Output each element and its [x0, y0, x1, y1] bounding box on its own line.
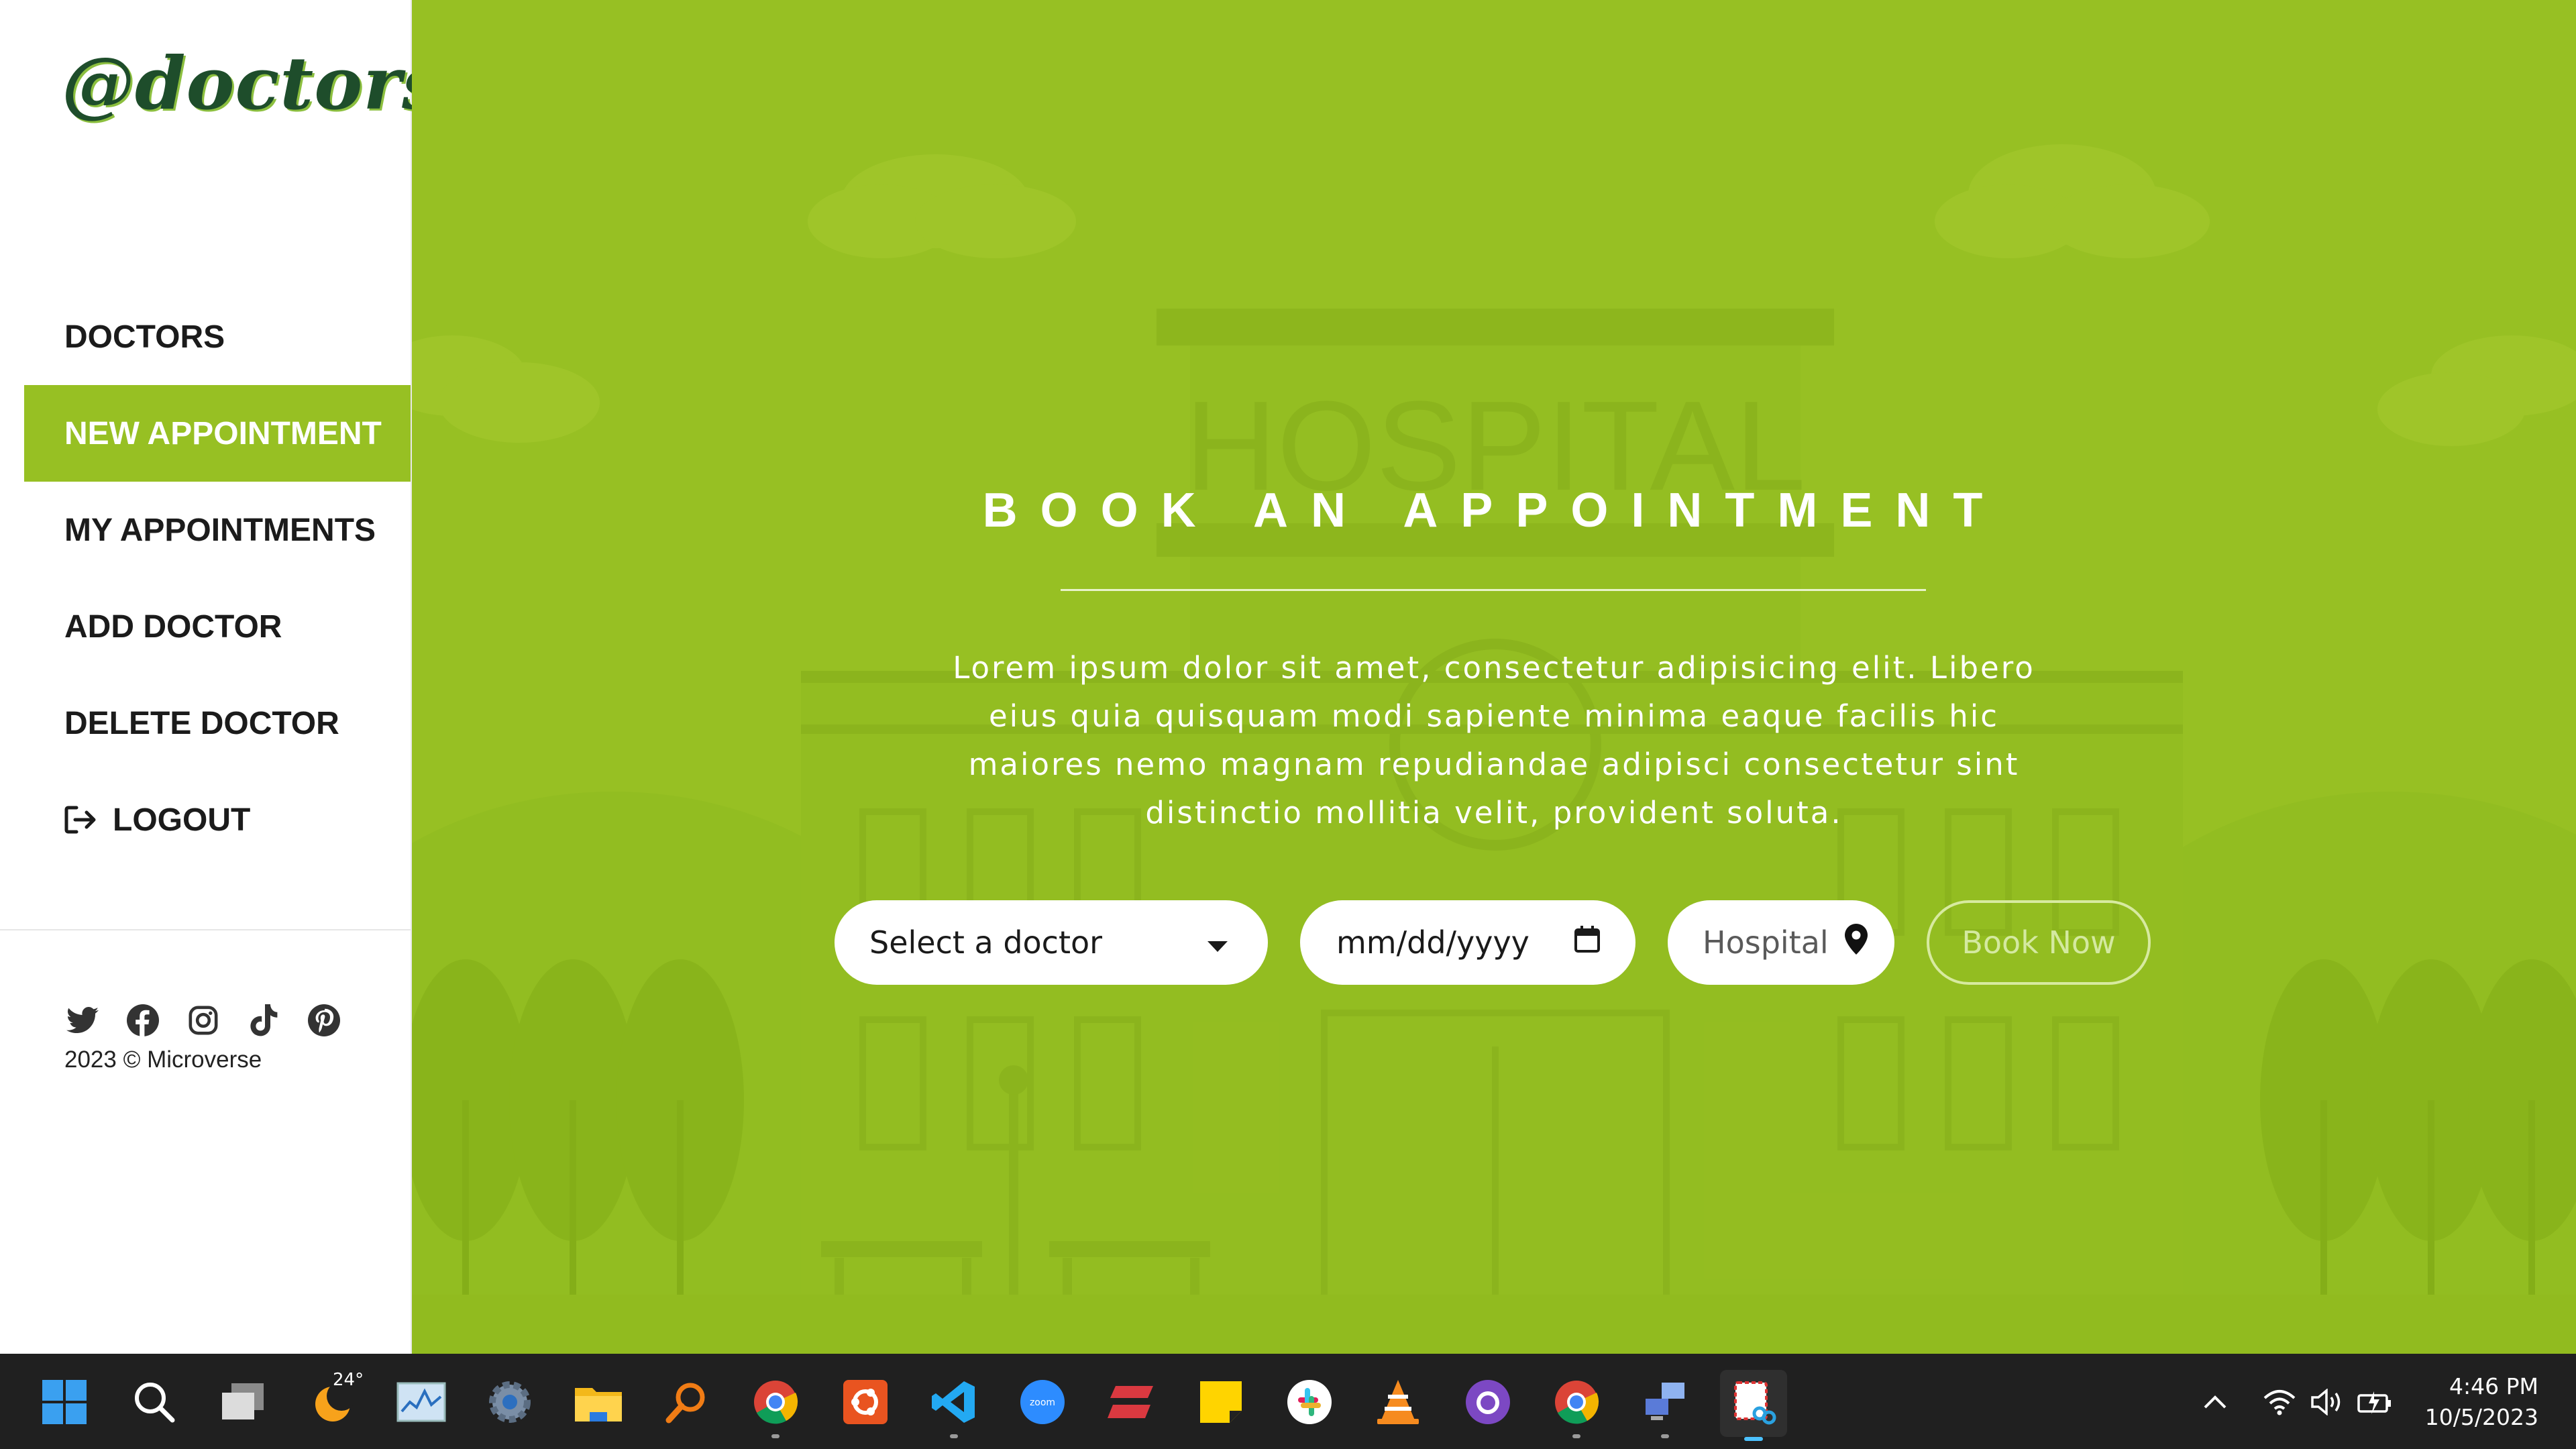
sticky-notes-icon[interactable]: [1194, 1375, 1248, 1429]
copyright-text: 2023 © Microverse: [64, 1046, 262, 1073]
clock-date: 10/5/2023: [2424, 1404, 2538, 1430]
hospital-input-placeholder: Hospital: [1703, 924, 1829, 961]
doctor-select[interactable]: Select a doctor: [835, 900, 1268, 985]
nav-item-logout[interactable]: LOGOUT: [24, 771, 411, 868]
sidebar-nav: DOCTORS NEW APPOINTMENT MY APPOINTMENTS …: [24, 288, 411, 868]
file-explorer-icon[interactable]: [572, 1375, 625, 1429]
chrome-profile-running-indicator: [1572, 1434, 1580, 1438]
chevron-up-icon[interactable]: [2196, 1383, 2234, 1421]
caret-down-icon: [1208, 924, 1228, 961]
remote-desktop-icon[interactable]: [1638, 1375, 1692, 1438]
instagram-icon[interactable]: [185, 1002, 221, 1038]
twitter-icon[interactable]: [64, 1002, 101, 1038]
snipping-tool-icon[interactable]: [1720, 1370, 1787, 1441]
nav-item-label: LOGOUT: [113, 802, 251, 838]
heading-divider: [1061, 589, 1926, 591]
weather-temp: 24°: [333, 1370, 364, 1390]
map-pin-icon: [1845, 923, 1868, 962]
vlc-icon[interactable]: [1371, 1375, 1425, 1429]
vscode-running-indicator: [950, 1434, 958, 1438]
battery-icon[interactable]: [2356, 1383, 2394, 1421]
doctor-select-value: Select a doctor: [869, 924, 1103, 961]
nav-item-my-appointments[interactable]: MY APPOINTMENTS: [24, 482, 411, 578]
wifi-icon[interactable]: [2261, 1383, 2298, 1421]
main-content: HOSPITAL BOOK AN APPOINTMENT Lorem ipsum…: [412, 0, 2576, 1354]
description-text: Lorem ipsum dolor sit amet, consectetur …: [953, 650, 2035, 830]
pinterest-icon[interactable]: [306, 1002, 342, 1038]
nav-item-label: DOCTORS: [64, 319, 225, 355]
chrome-running-indicator: [771, 1434, 780, 1438]
page-heading: BOOK AN APPOINTMENT: [982, 484, 2006, 537]
vscode-icon[interactable]: [927, 1375, 981, 1438]
nav-item-doctors[interactable]: DOCTORS: [24, 288, 411, 385]
calendar-icon[interactable]: [1574, 924, 1601, 961]
logout-icon: [64, 805, 98, 835]
clock-time: 4:46 PM: [2449, 1373, 2538, 1399]
slack-icon[interactable]: [1283, 1375, 1336, 1429]
nav-item-label: MY APPOINTMENTS: [64, 512, 376, 548]
zoom-icon[interactable]: zoom: [1016, 1375, 1069, 1429]
book-now-button[interactable]: Book Now: [1927, 900, 2151, 985]
snipping-tool-active-indicator: [1744, 1437, 1763, 1441]
task-view-icon[interactable]: [216, 1375, 270, 1429]
app-logo[interactable]: @doctors: [62, 42, 443, 126]
sidebar-divider: [0, 929, 411, 930]
ubuntu-icon[interactable]: [839, 1375, 892, 1429]
social-links: [64, 1002, 342, 1038]
nav-item-add-doctor[interactable]: ADD DOCTOR: [24, 578, 411, 675]
github-desktop-icon[interactable]: [1461, 1375, 1515, 1429]
sidebar: @doctors DOCTORS NEW APPOINTMENT MY APPO…: [0, 0, 443, 1354]
remote-desktop-running-indicator: [1661, 1434, 1669, 1438]
search-icon[interactable]: [127, 1375, 181, 1429]
nav-item-delete-doctor[interactable]: DELETE DOCTOR: [24, 675, 411, 771]
volume-icon[interactable]: [2309, 1383, 2347, 1421]
nav-item-label: ADD DOCTOR: [64, 608, 282, 645]
nav-item-new-appointment[interactable]: NEW APPOINTMENT: [24, 385, 411, 482]
settings-icon[interactable]: [483, 1375, 537, 1429]
taskbar: 24° zoom 4:46 PM 10/5/2023: [0, 1354, 2576, 1449]
nav-item-label: NEW APPOINTMENT: [64, 415, 382, 451]
system-clock[interactable]: 4:46 PM 10/5/2023: [2425, 1371, 2538, 1433]
chrome-icon[interactable]: [749, 1375, 802, 1438]
search-tool-icon[interactable]: [660, 1375, 714, 1429]
express-vpn-icon[interactable]: [1104, 1375, 1158, 1429]
date-input-placeholder: mm/dd/yyyy: [1336, 924, 1529, 961]
svg-text:zoom: zoom: [1030, 1397, 1055, 1408]
date-input[interactable]: mm/dd/yyyy: [1300, 900, 1635, 985]
start-icon[interactable]: [38, 1375, 91, 1429]
task-manager-icon[interactable]: [394, 1375, 448, 1429]
facebook-icon[interactable]: [125, 1002, 161, 1038]
chrome-profile-icon[interactable]: [1550, 1375, 1603, 1438]
tiktok-icon[interactable]: [246, 1002, 282, 1038]
nav-item-label: DELETE DOCTOR: [64, 705, 339, 741]
hospital-input[interactable]: Hospital: [1668, 900, 1894, 985]
